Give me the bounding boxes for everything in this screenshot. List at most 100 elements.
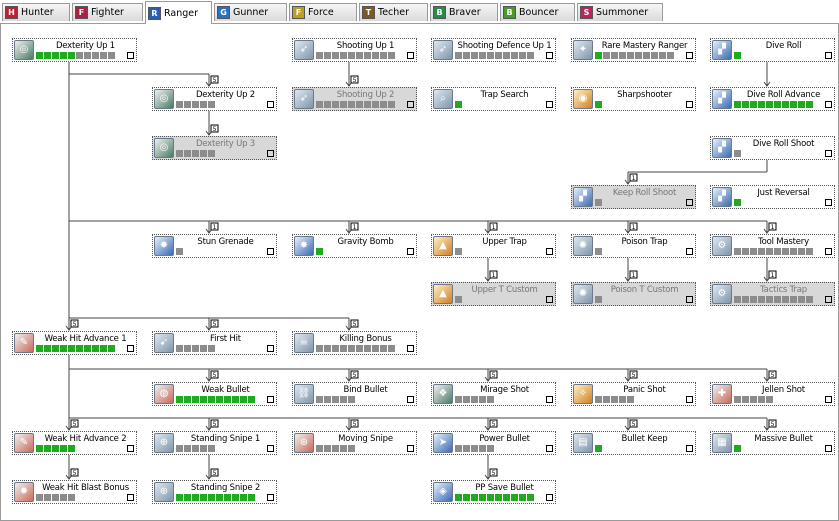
skill-node-weakbullet[interactable]: ◍ Weak Bullet	[152, 382, 277, 406]
level-toggle-icon[interactable]	[825, 296, 832, 303]
skill-node-firsthit[interactable]: ➹ First Hit	[152, 331, 277, 355]
skill-node-stungrenade[interactable]: ✸ Stun Grenade	[152, 234, 277, 258]
skill-node-bindbullet[interactable]: ⛓ Bind Bullet	[292, 382, 417, 406]
level-toggle-icon[interactable]	[825, 396, 832, 403]
level-toggle-icon[interactable]	[546, 248, 553, 255]
skill-node-bulletkeep[interactable]: ▤ Bullet Keep	[571, 431, 696, 455]
tab-techer[interactable]: T Techer	[359, 3, 428, 21]
tab-ranger[interactable]: R Ranger	[145, 1, 212, 24]
skill-node-shoot2[interactable]: ➶ Shooting Up 2	[292, 87, 417, 111]
tab-braver[interactable]: B Braver	[430, 3, 498, 21]
level-segment	[52, 52, 59, 59]
skill-node-standsnipe2[interactable]: ⊕ Standing Snipe 2	[152, 480, 277, 504]
level-toggle-icon[interactable]	[825, 101, 832, 108]
skill-node-sharpshooter[interactable]: ◉ Sharpshooter	[571, 87, 696, 111]
level-toggle-icon[interactable]	[407, 445, 414, 452]
skill-node-jellenshot[interactable]: ✚ Jellen Shot	[710, 382, 835, 406]
level-toggle-icon[interactable]	[267, 445, 274, 452]
skill-node-movingsnipe[interactable]: ⊛ Moving Snipe	[292, 431, 417, 455]
level-toggle-icon[interactable]	[825, 52, 832, 59]
skill-node-dex2[interactable]: ◎ Dexterity Up 2	[152, 87, 277, 111]
tab-hunter[interactable]: H Hunter	[2, 3, 70, 21]
skill-node-uppertcustom[interactable]: ▲ Upper T Custom	[431, 282, 556, 306]
level-segment	[192, 494, 199, 501]
skill-node-mirageshot[interactable]: ❖ Mirage Shot	[431, 382, 556, 406]
level-segment	[651, 52, 658, 59]
skill-node-shootdef[interactable]: ➶ Shooting Defence Up 1	[431, 38, 556, 62]
level-toggle-icon[interactable]	[686, 445, 693, 452]
skill-node-whadv2[interactable]: ✎ Weak Hit Advance 2	[12, 431, 137, 455]
level-toggle-icon[interactable]	[546, 445, 553, 452]
skill-node-whblast[interactable]: ✹ Weak Hit Blast Bonus	[12, 480, 137, 504]
level-toggle-icon[interactable]	[825, 150, 832, 157]
level-toggle-icon[interactable]	[127, 445, 134, 452]
level-toggle-icon[interactable]	[546, 101, 553, 108]
skill-node-keeprollshoot[interactable]: ▞ Keep Roll Shoot	[571, 185, 696, 209]
level-toggle-icon[interactable]	[825, 445, 832, 452]
skill-level-bar	[36, 52, 115, 59]
level-toggle-icon[interactable]	[825, 248, 832, 255]
skill-node-dex1[interactable]: ◎ Dexterity Up 1	[12, 38, 137, 62]
skill-node-diveroll[interactable]: ▞ Dive Roll	[710, 38, 835, 62]
level-toggle-icon[interactable]	[267, 150, 274, 157]
tab-summoner[interactable]: S Summoner	[577, 3, 663, 21]
level-toggle-icon[interactable]	[267, 101, 274, 108]
skill-node-shoot1[interactable]: ➶ Shooting Up 1	[292, 38, 417, 62]
skill-node-killingbonus[interactable]: ☠ Killing Bonus	[292, 331, 417, 355]
skill-node-raremastery[interactable]: ✦ Rare Mastery Ranger	[571, 38, 696, 62]
level-segment	[108, 345, 115, 352]
level-toggle-icon[interactable]	[267, 248, 274, 255]
skill-node-whadv1[interactable]: ✎ Weak Hit Advance 1	[12, 331, 137, 355]
level-toggle-icon[interactable]	[686, 101, 693, 108]
skill-node-trapsearch[interactable]: ⌕ Trap Search	[431, 87, 556, 111]
level-toggle-icon[interactable]	[407, 396, 414, 403]
skill-node-uppertrap[interactable]: ▲ Upper Trap	[431, 234, 556, 258]
requirement-level: 5	[492, 372, 496, 379]
skill-node-dex3[interactable]: ◎ Dexterity Up 3	[152, 136, 277, 160]
level-toggle-icon[interactable]	[407, 52, 414, 59]
skill-node-tacticstrap[interactable]: ⚙ Tactics Trap	[710, 282, 835, 306]
skill-node-justreversal[interactable]: ▞ Just Reversal	[710, 185, 835, 209]
level-toggle-icon[interactable]	[407, 101, 414, 108]
level-toggle-icon[interactable]	[407, 248, 414, 255]
skill-node-divrolladv[interactable]: ▞ Dive Roll Advance	[710, 87, 835, 111]
skill-node-poisontrap[interactable]: ✺ Poison Trap	[571, 234, 696, 258]
level-toggle-icon[interactable]	[546, 494, 553, 501]
skill-node-divrollshoot[interactable]: ▞ Dive Roll Shoot	[710, 136, 835, 160]
skill-level-bar	[176, 396, 255, 403]
tab-gunner[interactable]: G Gunner	[214, 3, 287, 21]
tab-fighter[interactable]: F Fighter	[72, 3, 143, 21]
level-toggle-icon[interactable]	[127, 52, 134, 59]
level-toggle-icon[interactable]	[127, 494, 134, 501]
level-toggle-icon[interactable]	[546, 52, 553, 59]
level-segment	[734, 248, 741, 255]
level-toggle-icon[interactable]	[267, 494, 274, 501]
tab-bouncer[interactable]: B Bouncer	[500, 3, 575, 21]
skill-node-gravitybomb[interactable]: ✸ Gravity Bomb	[292, 234, 417, 258]
skill-node-panicshot[interactable]: ✧ Panic Shot	[571, 382, 696, 406]
level-toggle-icon[interactable]	[127, 345, 134, 352]
level-segment	[750, 248, 757, 255]
tab-force[interactable]: F Force	[289, 3, 357, 21]
level-toggle-icon[interactable]	[686, 52, 693, 59]
level-toggle-icon[interactable]	[686, 248, 693, 255]
level-toggle-icon[interactable]	[686, 296, 693, 303]
level-toggle-icon[interactable]	[686, 396, 693, 403]
level-toggle-icon[interactable]	[686, 199, 693, 206]
level-toggle-icon[interactable]	[546, 396, 553, 403]
level-segment	[595, 199, 602, 206]
skill-level-bar	[36, 494, 75, 501]
requirement-level: 5	[353, 372, 357, 379]
skill-node-toolmastery[interactable]: ⚙ Tool Mastery	[710, 234, 835, 258]
skill-node-poisontcustom[interactable]: ✺ Poison T Custom	[571, 282, 696, 306]
skill-node-massivebullet[interactable]: ▦ Massive Bullet	[710, 431, 835, 455]
level-toggle-icon[interactable]	[407, 345, 414, 352]
level-toggle-icon[interactable]	[546, 296, 553, 303]
mirage-shot-icon: ❖	[433, 384, 453, 404]
skill-node-ppsave[interactable]: ◈ PP Save Bullet	[431, 480, 556, 504]
level-toggle-icon[interactable]	[267, 396, 274, 403]
level-toggle-icon[interactable]	[825, 199, 832, 206]
skill-node-standsnipe1[interactable]: ⊕ Standing Snipe 1	[152, 431, 277, 455]
level-toggle-icon[interactable]	[267, 345, 274, 352]
skill-node-powerbullet[interactable]: ➤ Power Bullet	[431, 431, 556, 455]
